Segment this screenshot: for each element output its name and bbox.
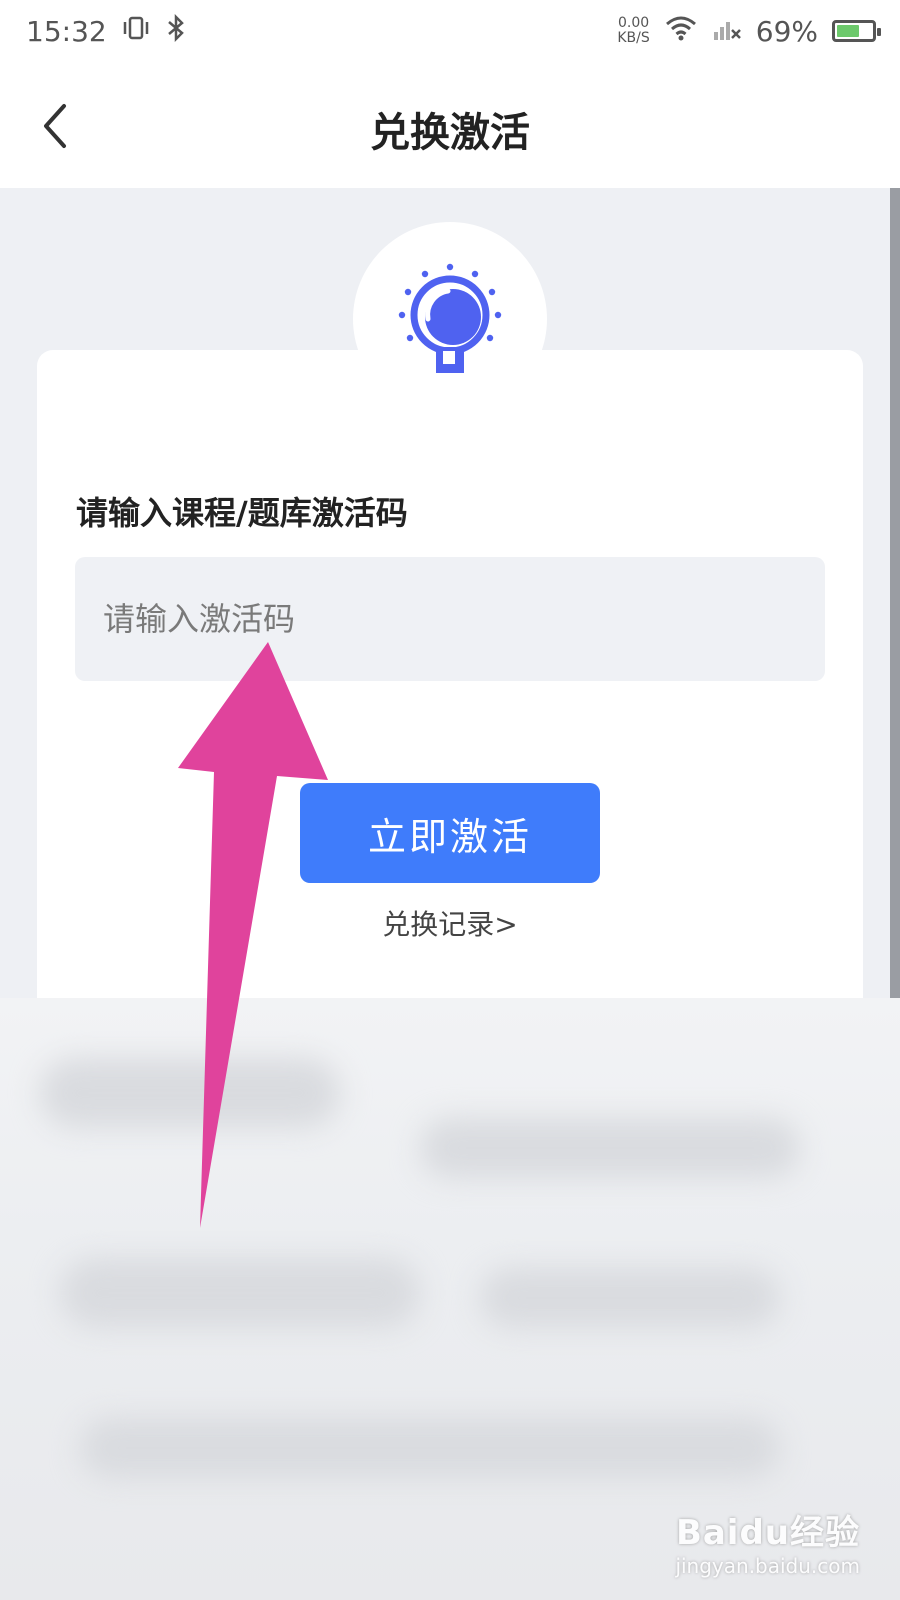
blurred-block [420,1118,800,1178]
nav-bar: 兑换激活 [0,62,900,188]
watermark: Baidu经验 jingyan.baidu.com [675,1505,860,1578]
watermark-brand: Baidu经验 [675,1513,860,1553]
hero-icon-circle [353,222,547,416]
activation-code-input[interactable] [75,557,825,681]
blurred-block [80,1418,780,1478]
battery-icon [832,20,881,42]
activation-code-label: 请输入课程/题库激活码 [76,494,408,532]
activate-button[interactable]: 立即激活 [300,783,600,883]
battery-fill [837,25,860,37]
network-speed-unit: KB/S [617,30,650,46]
scrollbar[interactable] [890,188,900,998]
redeem-history-link[interactable]: 兑换记录> [0,903,900,943]
wifi-icon [664,14,698,49]
page-title: 兑换激活 [370,109,530,156]
network-speed: 0.00 KB/S [617,16,649,46]
status-bar: 15:32 0.00 KB/S 69% [0,0,900,62]
status-right: 0.00 KB/S 69% [617,14,881,49]
activation-card [37,350,863,1050]
blurred-block [40,1058,340,1128]
lightbulb-icon [398,263,502,373]
vibrate-icon [121,14,151,49]
bluetooth-icon [165,13,187,49]
status-time: 15:32 [26,14,107,48]
battery-percent: 69% [755,14,818,48]
watermark-url: jingyan.baidu.com [675,1554,860,1578]
status-left: 15:32 [26,13,187,49]
network-speed-value: 0.00 [617,15,650,31]
blurred-block [480,1268,780,1328]
blurred-block [60,1258,420,1328]
signal-icon [712,14,742,49]
